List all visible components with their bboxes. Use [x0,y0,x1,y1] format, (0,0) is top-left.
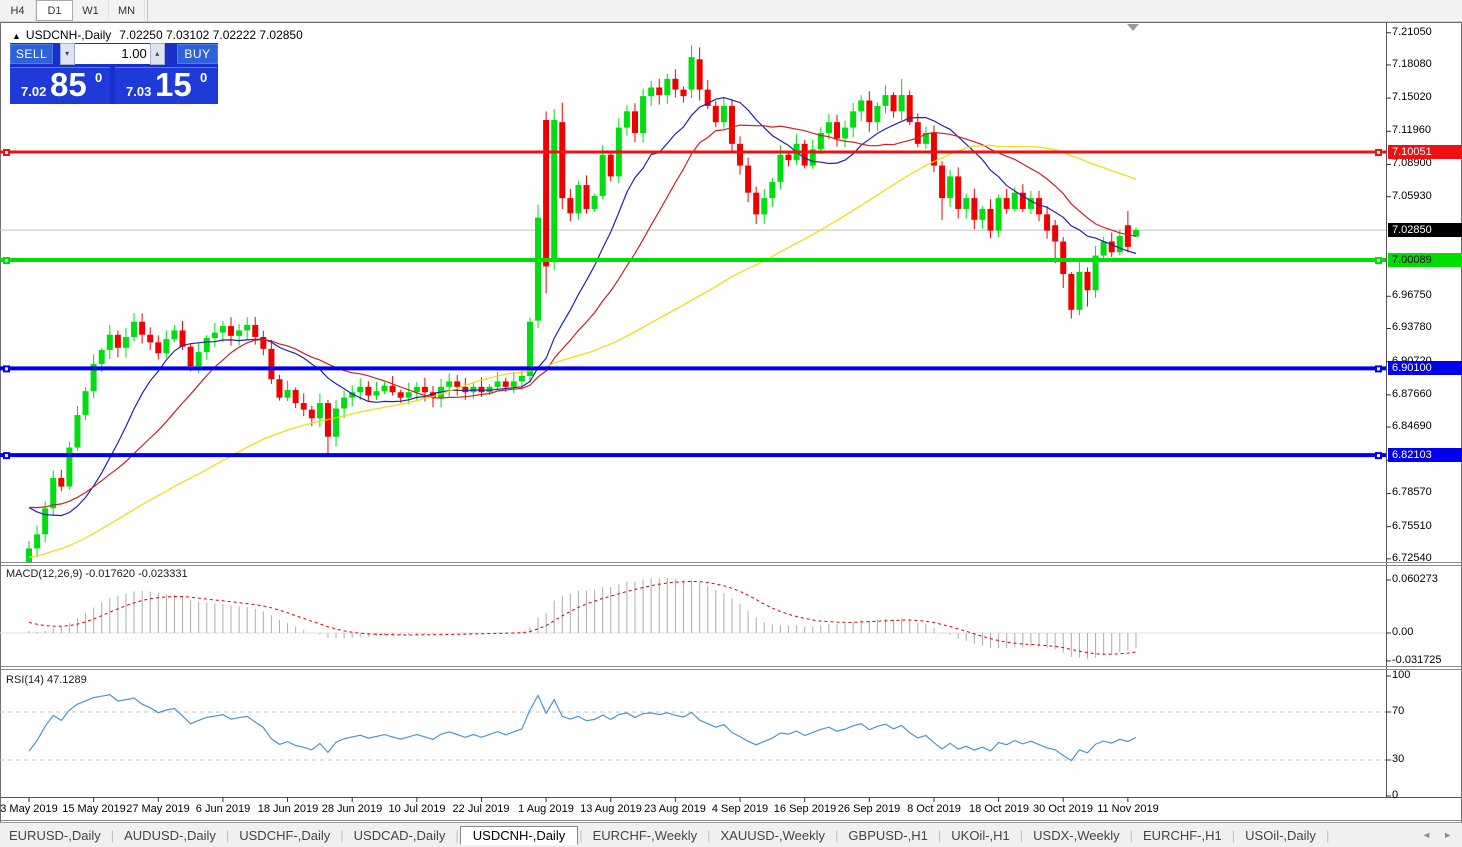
sell-button[interactable]: SELL [10,44,53,64]
symbol-title: USDCNH-,Daily [26,28,111,42]
rsi-tick-label: 30 [1392,753,1404,765]
timeframe-button-d1[interactable]: D1 [36,0,73,21]
chart-tab-usdcnh-daily[interactable]: USDCNH-,Daily [460,826,578,845]
chart-tab-ukoil-h1[interactable]: UKOil-,H1 [942,827,1019,844]
chart-tab-eurusd-daily[interactable]: EURUSD-,Daily [0,827,110,844]
date-tick-label: 8 Oct 2019 [907,803,961,815]
date-tick-label: 16 Sep 2019 [774,803,836,815]
price-tick-label: 7.05930 [1392,190,1432,202]
chart-tab-usdx-weekly[interactable]: USDX-,Weekly [1024,827,1128,844]
buy-button[interactable]: BUY [177,44,218,64]
date-tick-label: 28 Jun 2019 [322,803,383,815]
price-line-badge: 7.10051 [1388,145,1462,159]
rsi-tick-label: 0 [1392,789,1398,801]
buy-price-prefix: 7.03 [126,84,151,99]
sell-price-prefix: 7.02 [21,84,46,99]
price-tick-label: 7.18080 [1392,58,1432,70]
volume-increase-button[interactable]: ▴ [150,43,165,65]
buy-price-display[interactable]: 7.03 15 0 [115,67,217,104]
timeframe-button-h4[interactable]: H4 [0,0,36,21]
date-tick-label: 10 Jul 2019 [389,803,446,815]
chart-tab-gbpusd-h1[interactable]: GBPUSD-,H1 [839,827,936,844]
macd-tick-label: 0.060273 [1392,573,1438,585]
macd-tick-label: 0.00 [1392,626,1413,638]
ohlc-values: 7.02250 7.03102 7.02222 7.02850 [119,28,303,42]
date-tick-label: 6 Jun 2019 [196,803,250,815]
price-tick-label: 6.78570 [1392,486,1432,498]
chart-area[interactable] [0,22,1462,823]
date-tick-label: 18 Jun 2019 [258,803,319,815]
date-tick-label: 27 May 2019 [126,803,190,815]
date-tick-label: 18 Oct 2019 [969,803,1029,815]
chart-tab-audusd-daily[interactable]: AUDUSD-,Daily [115,827,225,844]
buy-price-big: 15 [155,66,192,104]
chart-tabbar: EURUSD-,Daily|AUDUSD-,Daily|USDCHF-,Dail… [0,822,1462,847]
one-click-trade-panel: SELL ▾ ▴ BUY 7.02 85 0 7.03 15 0 [10,43,218,104]
price-tick-label: 6.75510 [1392,520,1432,532]
sell-price-sup: 0 [95,70,102,85]
price-line-badge: 6.82103 [1388,448,1462,462]
price-tick-label: 7.21050 [1392,26,1432,38]
date-tick-label: 13 Aug 2019 [580,803,642,815]
chart-tab-eurchf-weekly[interactable]: EURCHF-,Weekly [584,827,707,844]
sell-price-display[interactable]: 7.02 85 0 [10,67,110,104]
price-tick-label: 6.84690 [1392,420,1432,432]
chart-tab-usdcad-daily[interactable]: USDCAD-,Daily [345,827,455,844]
date-tick-label: 4 Sep 2019 [712,803,768,815]
macd-label: MACD(12,26,9) -0.017620 -0.023331 [6,568,188,580]
tab-scroll-left-icon[interactable]: ◄ [1422,830,1431,840]
price-tick-label: 6.72540 [1392,552,1432,564]
date-tick-label: 23 Aug 2019 [644,803,706,815]
volume-input[interactable] [75,44,150,64]
current-price-badge: 7.02850 [1388,223,1462,237]
price-line-badge: 6.90100 [1388,361,1462,375]
chart-tab-eurchf-h1[interactable]: EURCHF-,H1 [1134,827,1231,844]
date-tick-label: 1 Aug 2019 [518,803,574,815]
rsi-tick-label: 100 [1392,669,1410,681]
timeframe-button-w1[interactable]: W1 [73,0,109,21]
chart-tab-usdchf-daily[interactable]: USDCHF-,Daily [230,827,339,844]
price-line-badge: 7.00089 [1388,253,1462,267]
chart-tab-usoil-daily[interactable]: USOil-,Daily [1236,827,1325,844]
date-tick-label: 15 May 2019 [62,803,126,815]
price-tick-label: 7.11960 [1392,124,1431,136]
price-tick-label: 6.96750 [1392,289,1432,301]
chart-tab-xauusd-weekly[interactable]: XAUUSD-,Weekly [712,827,835,844]
rsi-label: RSI(14) 47.1289 [6,674,87,686]
macd-tick-label: -0.031725 [1392,654,1442,666]
tab-separator: | [1325,828,1330,843]
date-tick-label: 30 Oct 2019 [1033,803,1093,815]
collapse-chart-icon[interactable]: ▲ [12,31,21,41]
date-tick-label: 11 Nov 2019 [1097,803,1159,815]
price-tick-label: 6.87660 [1392,388,1432,400]
date-tick-label: 3 May 2019 [0,803,57,815]
price-tick-label: 6.93780 [1392,321,1432,333]
chart-title: ▲ USDCNH-,Daily 7.02250 7.03102 7.02222 7.… [12,28,303,42]
timeframe-button-mn[interactable]: MN [109,0,145,21]
buy-price-sup: 0 [200,70,207,85]
tab-scroll-right-icon[interactable]: ► [1443,830,1452,840]
price-tick-label: 7.15020 [1392,91,1432,103]
date-tick-label: 22 Jul 2019 [453,803,510,815]
timeframe-toolbar: H4D1W1MN [0,0,1462,22]
rsi-tick-label: 70 [1392,705,1404,717]
volume-decrease-button[interactable]: ▾ [60,43,75,65]
sell-price-big: 85 [50,66,87,104]
date-tick-label: 26 Sep 2019 [838,803,900,815]
